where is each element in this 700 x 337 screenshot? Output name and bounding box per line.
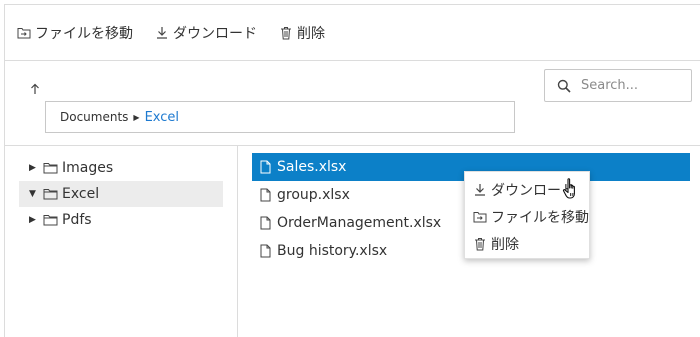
file-icon [260,160,272,175]
up-arrow-icon [29,83,41,95]
tree-item-label: Images [62,160,114,176]
move-file-label: ファイルを移動 [35,25,133,42]
expand-arrow-icon[interactable]: ▶ [29,163,39,173]
move-file-icon [17,26,31,40]
file-name: Bug history.xlsx [277,243,388,259]
file-name: OrderManagement.xlsx [277,215,442,231]
tree-item-excel[interactable]: ▼ Excel [19,181,223,207]
collapse-arrow-icon[interactable]: ▼ [29,189,39,199]
trash-icon [473,237,487,251]
search-icon [557,79,571,93]
file-name: group.xlsx [277,187,350,203]
breadcrumb-separator-icon: ▶ [133,112,140,122]
file-icon [260,244,272,259]
move-file-button[interactable]: ファイルを移動 [17,23,133,43]
context-menu-label: ファイルを移動 [491,209,589,226]
folder-icon [43,214,59,227]
expand-arrow-icon[interactable]: ▶ [29,215,39,225]
file-name: Sales.xlsx [277,159,347,175]
delete-button[interactable]: 削除 [279,23,325,43]
up-arrow-button[interactable] [27,81,43,97]
context-menu-move[interactable]: ファイルを移動 [465,203,589,230]
folder-icon [43,162,59,175]
pane-splitter[interactable] [237,146,238,337]
download-icon [473,183,487,197]
download-button[interactable]: ダウンロード [155,23,257,43]
hand-cursor-icon [562,177,582,203]
breadcrumb-root[interactable]: Documents [60,110,128,124]
pane-divider [5,145,700,146]
toolbar: ファイルを移動 ダウンロード 削除 [5,5,700,61]
search-box [544,69,692,102]
file-icon [260,188,272,203]
folder-tree: ▶ Images ▼ Excel ▶ Pdfs [19,155,223,233]
delete-label: 削除 [297,25,325,42]
trash-icon [279,26,293,40]
move-file-icon [473,210,487,224]
download-label: ダウンロード [173,25,257,42]
tree-item-label: Pdfs [62,212,92,228]
breadcrumb-current[interactable]: Excel [145,110,179,125]
tree-item-pdfs[interactable]: ▶ Pdfs [19,207,223,233]
folder-icon [43,188,59,201]
tree-item-label: Excel [62,186,100,202]
download-icon [155,26,169,40]
tree-item-images[interactable]: ▶ Images [19,155,223,181]
context-menu-delete[interactable]: 削除 [465,230,589,257]
context-menu-label: 削除 [491,236,519,253]
file-icon [260,216,272,231]
search-input[interactable] [581,78,681,93]
breadcrumb: Documents ▶ Excel [45,101,515,133]
file-manager: ファイルを移動 ダウンロード 削除 Documents ▶ Excel Sear… [4,4,700,337]
